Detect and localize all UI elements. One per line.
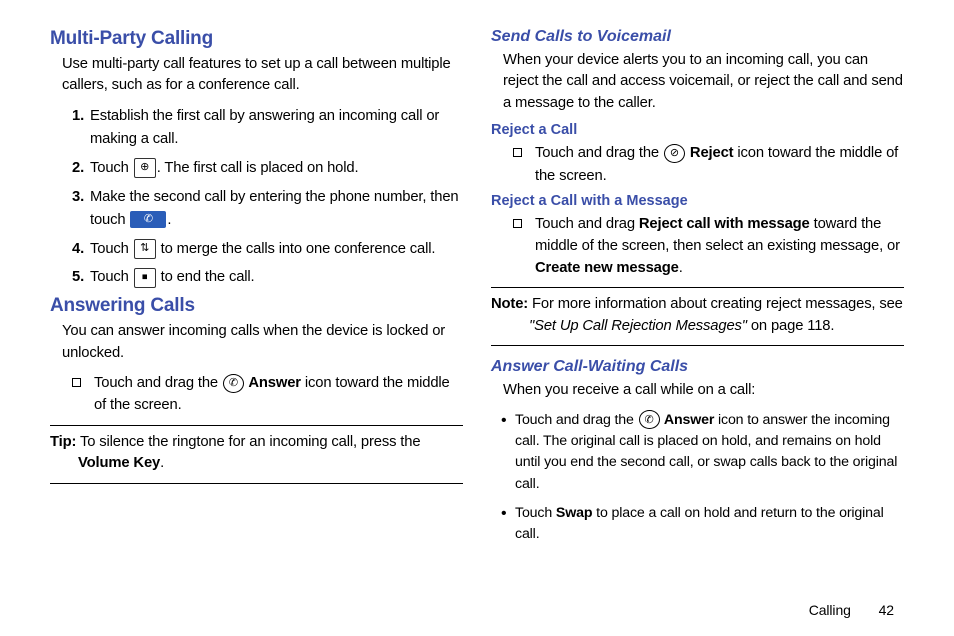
text: To silence the ringtone for an incoming … [76, 434, 420, 450]
note-block: Note: For more information about creatin… [491, 294, 904, 337]
text: Touch [515, 505, 556, 521]
bullet-reject: Touch and drag the ⊘ Reject icon toward … [513, 142, 904, 186]
cw-bullet-answer: Touch and drag the ✆ Answer icon to answ… [501, 410, 904, 495]
footer-page: 42 [879, 602, 894, 618]
left-column: Multi-Party Calling Use multi-party call… [50, 28, 463, 588]
end-call-icon: ⏹ [134, 268, 156, 288]
cw-bullet-swap: Touch Swap to place a call on hold and r… [501, 503, 904, 546]
heading-call-waiting: Answer Call-Waiting Calls [491, 358, 904, 376]
steps-list: Establish the first call by answering an… [64, 105, 463, 289]
text: . [160, 455, 164, 471]
reject-bullets: Touch and drag the ⊘ Reject icon toward … [513, 142, 904, 186]
step-1: Establish the first call by answering an… [88, 105, 463, 151]
bold: Volume Key [78, 455, 160, 471]
tip-block: Tip: To silence the ringtone for an inco… [50, 432, 463, 475]
intro-multi-party: Use multi-party call features to set up … [62, 54, 463, 97]
text: to merge the calls into one conference c… [157, 241, 436, 257]
heading-reject: Reject a Call [491, 122, 904, 138]
text: For more information about creating reje… [528, 296, 903, 312]
text: Touch [90, 269, 133, 285]
step-4: Touch ⇅ to merge the calls into one conf… [88, 238, 463, 261]
text: . [167, 212, 171, 228]
footer-section: Calling [809, 602, 851, 618]
divider [50, 425, 463, 426]
step-2: Touch ⊕. The first call is placed on hol… [88, 157, 463, 180]
text: . [679, 260, 683, 276]
text: Touch [90, 160, 133, 176]
reject-msg-bullets: Touch and drag Reject call with message … [513, 213, 904, 280]
merge-icon: ⇅ [134, 239, 156, 259]
text: Touch and drag the [535, 145, 663, 161]
heading-reject-msg: Reject a Call with a Message [491, 193, 904, 209]
step-5: Touch ⏹ to end the call. [88, 266, 463, 289]
step-3: Make the second call by entering the pho… [88, 186, 463, 232]
add-call-icon: ⊕ [134, 158, 156, 178]
intro-call-waiting: When you receive a call while on a call: [503, 380, 904, 401]
bullet-reject-msg: Touch and drag Reject call with message … [513, 213, 904, 280]
text: Touch [90, 241, 133, 257]
answer-icon: ✆ [639, 410, 660, 429]
bullet-answer: Touch and drag the ✆ Answer icon toward … [72, 372, 463, 416]
italic-ref: "Set Up Call Rejection Messages" [529, 318, 747, 334]
note-label: Note: [491, 296, 528, 312]
heading-multi-party: Multi-Party Calling [50, 28, 463, 50]
divider [491, 345, 904, 346]
text: to end the call. [157, 269, 255, 285]
cw-bullets: Touch and drag the ✆ Answer icon to answ… [501, 410, 904, 546]
bold: Swap [556, 505, 592, 521]
divider [50, 483, 463, 484]
text: on page 118. [747, 318, 834, 334]
reject-icon: ⊘ [664, 144, 685, 163]
answer-icon: ✆ [223, 374, 244, 393]
bold: Answer [245, 375, 301, 391]
intro-voicemail: When your device alerts you to an incomi… [503, 50, 904, 114]
text: Touch and drag [535, 216, 639, 232]
bold: Answer [661, 412, 715, 428]
answer-bullets: Touch and drag the ✆ Answer icon toward … [72, 372, 463, 416]
text: Touch and drag the [515, 412, 638, 428]
text: . The first call is placed on hold. [157, 160, 359, 176]
heading-answering: Answering Calls [50, 295, 463, 317]
page-footer: Calling 42 [809, 602, 894, 618]
bold: Reject call with message [639, 216, 810, 232]
bold: Create new message [535, 260, 679, 276]
divider [491, 287, 904, 288]
text: Touch and drag the [94, 375, 222, 391]
intro-answering: You can answer incoming calls when the d… [62, 321, 463, 364]
tip-label: Tip: [50, 434, 76, 450]
call-button-icon: ✆ [130, 211, 166, 228]
heading-voicemail: Send Calls to Voicemail [491, 28, 904, 46]
right-column: Send Calls to Voicemail When your device… [491, 28, 904, 588]
bold: Reject [686, 145, 733, 161]
